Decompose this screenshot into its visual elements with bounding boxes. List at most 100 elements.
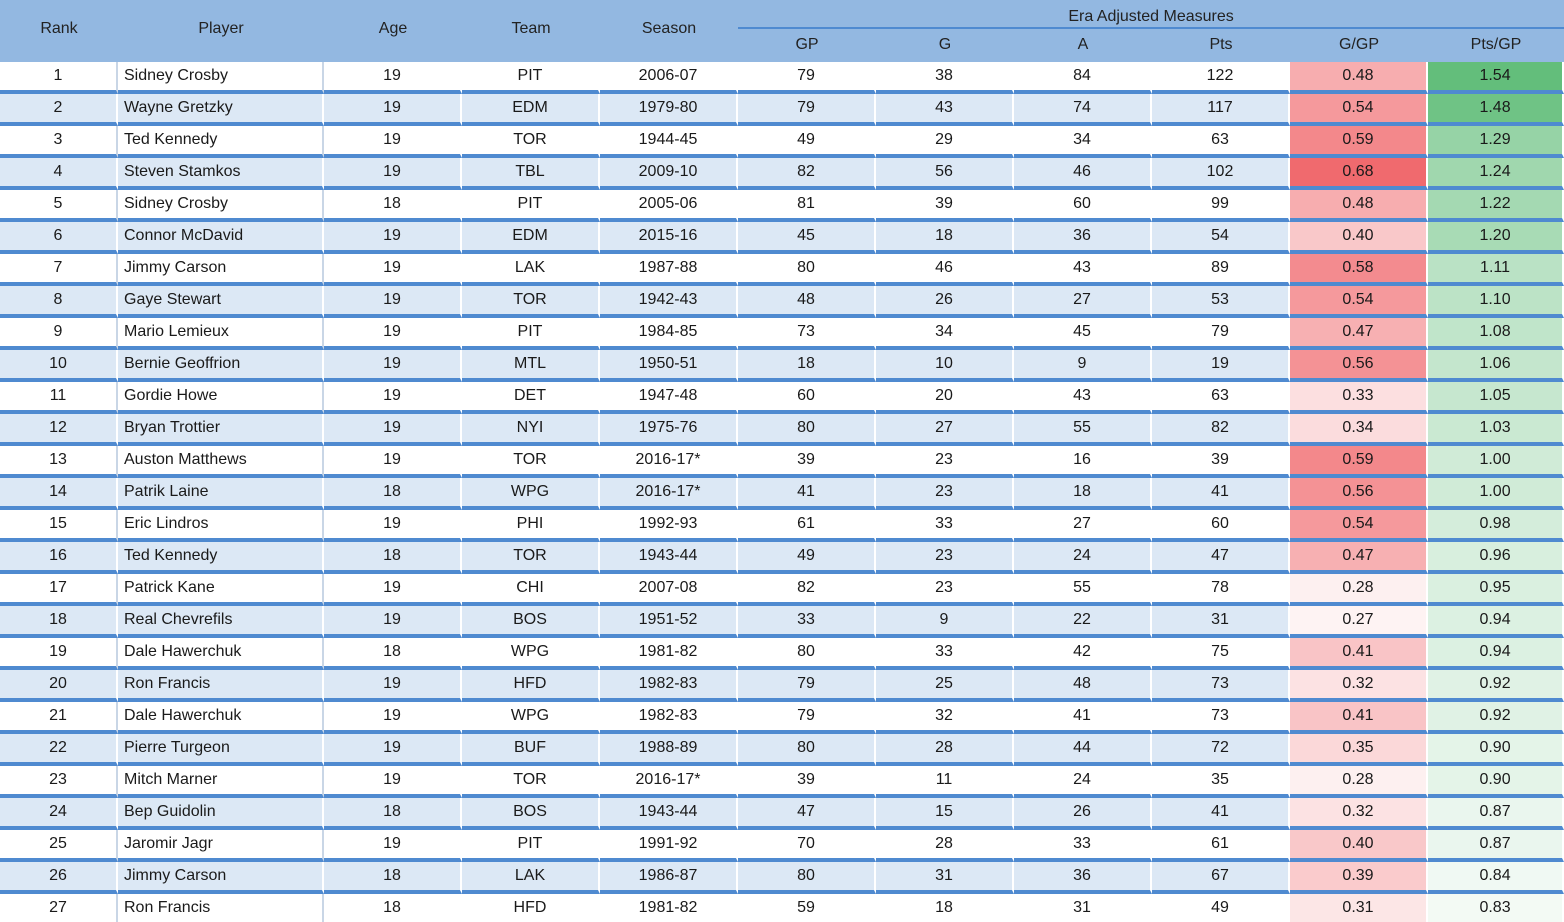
table-row[interactable]: 3 Ted Kennedy 19 TOR 1944-45 49 29 34 63 0.59 1.29 — [0, 126, 1564, 158]
goals-per-game-cell: 0.40 — [1290, 830, 1428, 862]
rank-cell: 17 — [0, 574, 118, 606]
table-row[interactable]: 19 Dale Hawerchuk 18 WPG 1981-82 80 33 42 75 0.41… — [0, 638, 1564, 670]
assists-cell: 16 — [1014, 446, 1152, 478]
header-gp[interactable]: GP — [738, 28, 876, 62]
points-cell: 99 — [1152, 190, 1290, 222]
header-g[interactable]: G — [876, 28, 1014, 62]
season-cell: 1991-92 — [600, 830, 738, 862]
table-header: Rank Player Age Team Season Era Adjusted… — [0, 0, 1564, 62]
assists-cell: 46 — [1014, 158, 1152, 190]
table-row[interactable]: 18 Real Chevrefils 19 BOS 1951-52 33 9 22 31 0.27… — [0, 606, 1564, 638]
team-cell: EDM — [462, 94, 600, 126]
goals-cell: 33 — [876, 510, 1014, 542]
table-row[interactable]: 6 Connor McDavid 19 EDM 2015-16 45 18 36 54 0.40 1… — [0, 222, 1564, 254]
rank-cell: 8 — [0, 286, 118, 318]
season-cell: 2007-08 — [600, 574, 738, 606]
team-cell: DET — [462, 382, 600, 414]
table-row[interactable]: 20 Ron Francis 19 HFD 1982-83 79 25 48 73 0.32 0.9… — [0, 670, 1564, 702]
goals-cell: 27 — [876, 414, 1014, 446]
table-row[interactable]: 24 Bep Guidolin 18 BOS 1943-44 47 15 26 41 0.32 0.… — [0, 798, 1564, 830]
header-a[interactable]: A — [1014, 28, 1152, 62]
age-cell: 19 — [324, 830, 462, 862]
age-cell: 19 — [324, 350, 462, 382]
points-cell: 72 — [1152, 734, 1290, 766]
table-row[interactable]: 8 Gaye Stewart 19 TOR 1942-43 48 26 27 53 0.54 1.1… — [0, 286, 1564, 318]
header-rank[interactable]: Rank — [0, 0, 118, 62]
season-cell: 1950-51 — [600, 350, 738, 382]
assists-cell: 42 — [1014, 638, 1152, 670]
points-per-game-cell: 1.20 — [1428, 222, 1564, 254]
points-per-game-cell: 1.29 — [1428, 126, 1564, 158]
goals-per-game-cell: 0.47 — [1290, 542, 1428, 574]
table-row[interactable]: 4 Steven Stamkos 19 TBL 2009-10 82 56 46 102 0.68… — [0, 158, 1564, 190]
table-row[interactable]: 17 Patrick Kane 19 CHI 2007-08 82 23 55 78 0.28 0.… — [0, 574, 1564, 606]
rank-cell: 27 — [0, 894, 118, 922]
age-cell: 19 — [324, 574, 462, 606]
points-cell: 117 — [1152, 94, 1290, 126]
goals-per-game-cell: 0.68 — [1290, 158, 1428, 190]
goals-per-game-cell: 0.31 — [1290, 894, 1428, 922]
points-cell: 41 — [1152, 798, 1290, 830]
header-season[interactable]: Season — [600, 0, 738, 62]
header-team[interactable]: Team — [462, 0, 600, 62]
table-row[interactable]: 25 Jaromir Jagr 19 PIT 1991-92 70 28 33 61 0.40 0.… — [0, 830, 1564, 862]
age-cell: 19 — [324, 158, 462, 190]
table-row[interactable]: 9 Mario Lemieux 19 PIT 1984-85 73 34 45 79 0.47 1.… — [0, 318, 1564, 350]
team-cell: CHI — [462, 574, 600, 606]
age-cell: 19 — [324, 318, 462, 350]
age-cell: 19 — [324, 766, 462, 798]
points-cell: 53 — [1152, 286, 1290, 318]
team-cell: HFD — [462, 670, 600, 702]
season-cell: 2009-10 — [600, 158, 738, 190]
rank-cell: 16 — [0, 542, 118, 574]
table-row[interactable]: 26 Jimmy Carson 18 LAK 1986-87 80 31 36 67 0.39 0.… — [0, 862, 1564, 894]
header-player[interactable]: Player — [118, 0, 324, 62]
season-cell: 1981-82 — [600, 638, 738, 670]
season-cell: 1988-89 — [600, 734, 738, 766]
table-row[interactable]: 16 Ted Kennedy 18 TOR 1943-44 49 23 24 47 0.47 0.9… — [0, 542, 1564, 574]
table-row[interactable]: 12 Bryan Trottier 19 NYI 1975-76 80 27 55 82 0.34… — [0, 414, 1564, 446]
header-g-per-gp[interactable]: G/GP — [1290, 28, 1428, 62]
table-row[interactable]: 22 Pierre Turgeon 19 BUF 1988-89 80 28 44 72 0.35… — [0, 734, 1564, 766]
age-cell: 19 — [324, 286, 462, 318]
team-cell: NYI — [462, 414, 600, 446]
rank-cell: 11 — [0, 382, 118, 414]
table-row[interactable]: 2 Wayne Gretzky 19 EDM 1979-80 79 43 74 117 0.54 1… — [0, 94, 1564, 126]
team-cell: BOS — [462, 606, 600, 638]
header-pts[interactable]: Pts — [1152, 28, 1290, 62]
table-row[interactable]: 1 Sidney Crosby 19 PIT 2006-07 79 38 84 122 0.48 1… — [0, 62, 1564, 94]
season-cell: 1951-52 — [600, 606, 738, 638]
points-per-game-cell: 0.92 — [1428, 670, 1564, 702]
assists-cell: 24 — [1014, 542, 1152, 574]
table-row[interactable]: 21 Dale Hawerchuk 19 WPG 1982-83 79 32 41 73 0.41… — [0, 702, 1564, 734]
table-row[interactable]: 7 Jimmy Carson 19 LAK 1987-88 80 46 43 89 0.58 1.1… — [0, 254, 1564, 286]
player-cell: Ron Francis — [118, 894, 324, 922]
team-cell: TOR — [462, 286, 600, 318]
table-row[interactable]: 23 Mitch Marner 19 TOR 2016-17* 39 11 24 35 0.28 0… — [0, 766, 1564, 798]
team-cell: BOS — [462, 798, 600, 830]
table-row[interactable]: 27 Ron Francis 18 HFD 1981-82 59 18 31 49 0.31 0.8… — [0, 894, 1564, 922]
table-row[interactable]: 14 Patrik Laine 18 WPG 2016-17* 41 23 18 41 0.56 1… — [0, 478, 1564, 510]
gp-cell: 48 — [738, 286, 876, 318]
table-row[interactable]: 5 Sidney Crosby 18 PIT 2005-06 81 39 60 99 0.48 1.… — [0, 190, 1564, 222]
table-row[interactable]: 15 Eric Lindros 19 PHI 1992-93 61 33 27 60 0.54 0.… — [0, 510, 1564, 542]
goals-per-game-cell: 0.35 — [1290, 734, 1428, 766]
points-cell: 78 — [1152, 574, 1290, 606]
rank-cell: 19 — [0, 638, 118, 670]
header-pts-per-gp[interactable]: Pts/GP — [1428, 28, 1564, 62]
table-row[interactable]: 13 Auston Matthews 19 TOR 2016-17* 39 23 16 39 0.… — [0, 446, 1564, 478]
stats-table: Rank Player Age Team Season Era Adjusted… — [0, 0, 1564, 922]
player-cell: Bep Guidolin — [118, 798, 324, 830]
table-row[interactable]: 11 Gordie Howe 19 DET 1947-48 60 20 43 63 0.33 1.0… — [0, 382, 1564, 414]
goals-cell: 18 — [876, 894, 1014, 922]
assists-cell: 55 — [1014, 414, 1152, 446]
player-cell: Wayne Gretzky — [118, 94, 324, 126]
age-cell: 18 — [324, 542, 462, 574]
gp-cell: 33 — [738, 606, 876, 638]
table-row[interactable]: 10 Bernie Geoffrion 19 MTL 1950-51 18 10 9 19 0.5… — [0, 350, 1564, 382]
team-cell: PIT — [462, 190, 600, 222]
assists-cell: 74 — [1014, 94, 1152, 126]
header-age[interactable]: Age — [324, 0, 462, 62]
gp-cell: 61 — [738, 510, 876, 542]
gp-cell: 59 — [738, 894, 876, 922]
